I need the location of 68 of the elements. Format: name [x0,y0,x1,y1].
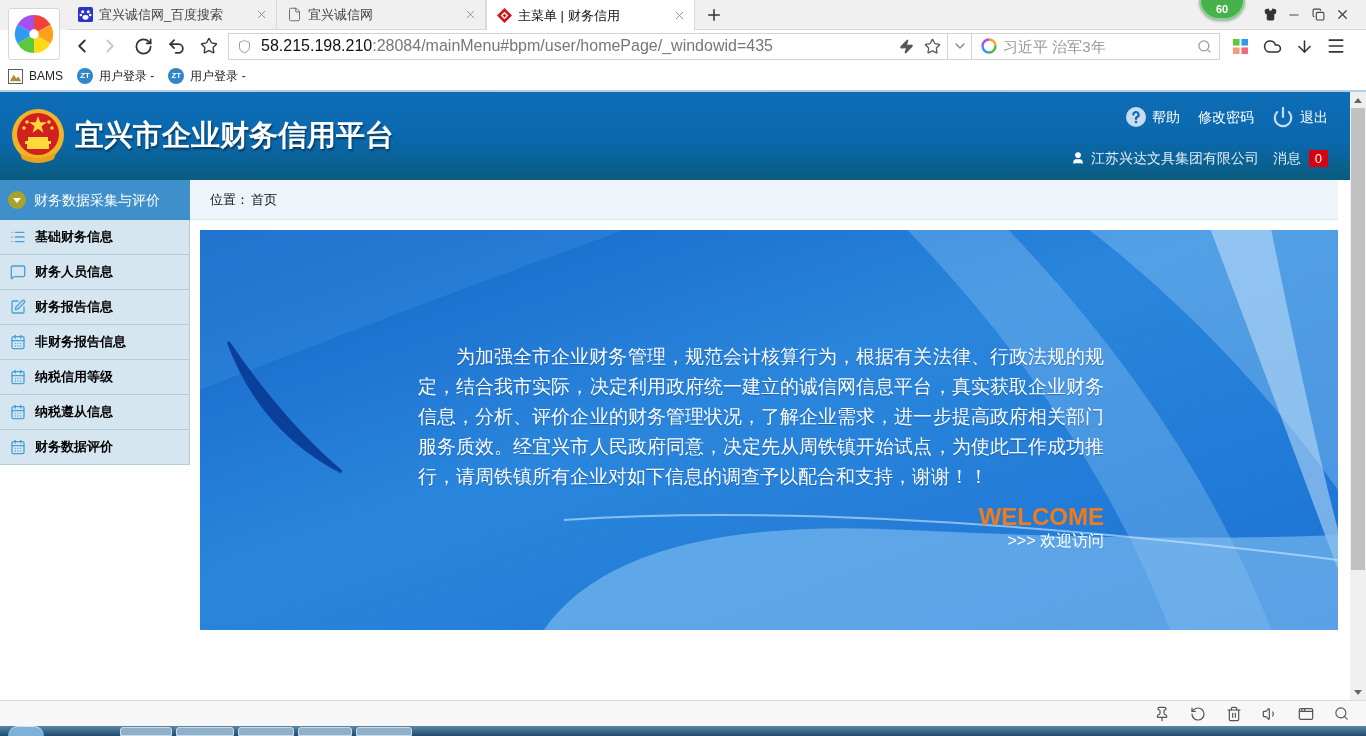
start-button[interactable] [8,726,44,736]
menu-item[interactable]: 财务报告信息 [0,290,190,325]
edit-icon [10,299,26,315]
logout-link[interactable]: 退出 [1272,106,1328,128]
pin-icon[interactable] [1154,705,1170,722]
menu-item[interactable]: 纳税遵从信息 [0,395,190,430]
power-icon [1272,106,1294,128]
picture-icon [8,68,23,84]
welcome-heading: WELCOME [978,503,1104,531]
help-link[interactable]: 帮助 [1126,106,1180,128]
messages-link[interactable]: 消息 [1272,147,1301,169]
browser-tab[interactable]: 主菜单 | 财务信用 [486,0,695,31]
company-name: 江苏兴达文具集团有限公司 [1090,148,1259,168]
undo-icon[interactable] [166,36,186,56]
emblem-icon [10,107,66,165]
bookmark-star-icon[interactable] [924,37,941,55]
site-logo: ZT [168,68,185,84]
page-icon [287,7,302,22]
close-tab-icon[interactable] [464,8,477,21]
menu-item[interactable]: 非财务报告信息 [0,325,190,360]
search-icon[interactable] [1197,38,1212,54]
shield-icon [237,38,252,54]
welcome-paragraph: 为加强全市企业财务管理，规范会计核算行为，根据有关法律、行政法规的规定，结合我市实际，决定利用政府统一建立的诚信网信息平台，真实获取企业财务信息，分析、评价企业的财务管理状况，了解企业需求，进一步提高政府相关部门服务质效。经宜兴市人民政府同意，决定先从周铁镇开始试点，为使此工作成功推行，请周铁镇所有企业对如下信息的调查予以配合和支持，谢谢！！ [418,345,1104,489]
site-title: 宜兴市企业财务信用平台 [75,118,394,154]
refresh-icon[interactable] [1190,705,1206,722]
bookmark-link[interactable]: BAMS [8,67,63,85]
breadcrumb-current: 首页 [251,190,277,209]
menu-item[interactable]: 财务数据评价 [0,430,190,465]
diamond-logo-icon [497,8,512,23]
header-link[interactable]: 修改密码 [1198,106,1254,128]
calendar-icon [10,404,26,420]
address-field[interactable]: 58.215.198.210:28084/mainMenu#bpm/user/homePage/_windowid=435 [228,32,948,60]
menu-icon[interactable] [1326,36,1346,56]
message-icon [10,264,26,280]
calendar-icon [10,334,26,350]
menu-item[interactable]: 财务人员信息 [0,255,190,290]
scroll-up-icon[interactable] [1354,97,1362,103]
user-icon [1070,151,1085,165]
calendar-icon [10,439,26,455]
list-icon [10,229,26,245]
scroll-down-icon[interactable] [1354,689,1362,695]
bookmark-link[interactable]: ZT 用户登录 - [77,67,155,85]
search-field[interactable]: 习近平 治军3年 [972,32,1220,60]
close-tab-icon[interactable] [255,8,268,21]
menu-item[interactable]: 基础财务信息 [0,220,190,255]
magnifier-icon[interactable] [1334,706,1349,721]
bookmark-link[interactable]: ZT 用户登录 - [168,67,246,85]
reload-icon[interactable] [133,36,153,56]
trash-icon[interactable] [1226,705,1242,722]
menu-item[interactable]: 纳税信用等级 [0,360,190,395]
site-logo: ZT [77,68,93,84]
close-tab-icon[interactable] [673,9,686,22]
ring-logo-icon [981,37,997,54]
calendar-icon [10,369,26,385]
shirt-icon[interactable] [1263,8,1277,21]
favorite-icon[interactable] [200,37,218,55]
apps-grid-icon[interactable] [1232,38,1248,54]
help-icon [1126,107,1146,127]
message-count: 0 [1308,149,1328,167]
welcome-subtitle: >>> 欢迎访问 [1007,531,1104,551]
window-icon[interactable] [1298,705,1314,722]
browser-tab[interactable]: 宜兴诚信网_百度搜索 [68,0,277,29]
breadcrumb-label: 位置： [210,190,249,209]
paw-icon [78,7,93,22]
restore-icon[interactable] [1311,8,1325,21]
section-header[interactable]: 财务数据采集与评价 [0,180,190,220]
lightning-icon[interactable] [899,38,914,54]
scrollbar-thumb[interactable] [1351,108,1365,570]
